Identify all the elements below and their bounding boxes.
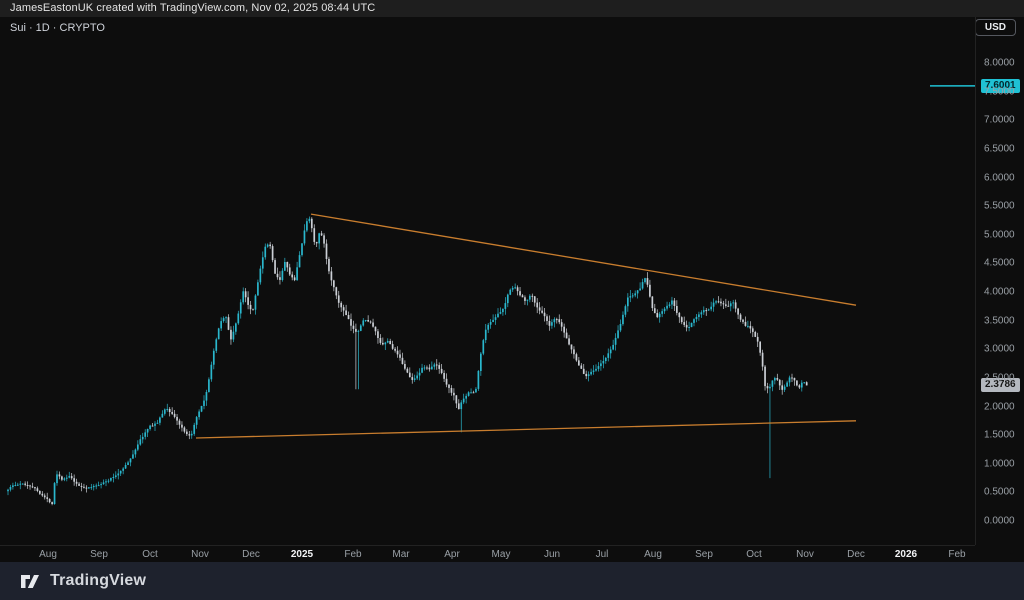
- time-axis[interactable]: Aug Sep Oct Nov Dec 2025 Feb Mar Apr May Jun Jul Aug…: [0, 545, 975, 562]
- time-tick: Apr: [444, 549, 460, 560]
- price-tick: 7.0000: [984, 115, 1015, 126]
- time-tick: Jul: [596, 549, 609, 560]
- tradingview-logo-icon: [18, 569, 42, 593]
- price-tick: 1.5000: [984, 430, 1015, 441]
- tradingview-logo-text: TradingView: [50, 572, 146, 590]
- price-tick: 7.5000: [984, 86, 1015, 97]
- price-tick: 8.0000: [984, 58, 1015, 69]
- time-tick: Sep: [695, 549, 713, 560]
- time-tick: Mar: [392, 549, 409, 560]
- price-tick: 5.0000: [984, 229, 1015, 240]
- time-tick: Jun: [544, 549, 560, 560]
- price-tick: 1.0000: [984, 458, 1015, 469]
- price-tick: 2.0000: [984, 401, 1015, 412]
- price-tick: 5.5000: [984, 201, 1015, 212]
- price-axis[interactable]: 7.6001 2.3786 8.00007.50007.00006.50006.…: [975, 17, 1024, 545]
- time-tick: Feb: [344, 549, 361, 560]
- price-tick: 3.0000: [984, 344, 1015, 355]
- price-tick: 6.5000: [984, 143, 1015, 154]
- price-tick: 2.5000: [984, 372, 1015, 383]
- time-tick: Dec: [847, 549, 865, 560]
- time-tick: Aug: [644, 549, 662, 560]
- price-tick: 6.0000: [984, 172, 1015, 183]
- time-tick: Nov: [796, 549, 814, 560]
- footer-bar: TradingView: [0, 562, 1024, 600]
- time-tick: Dec: [242, 549, 260, 560]
- time-tick: Aug: [39, 549, 57, 560]
- time-tick: May: [492, 549, 511, 560]
- chart-canvas[interactable]: [0, 0, 975, 545]
- price-tick: 0.0000: [984, 516, 1015, 527]
- time-tick: Sep: [90, 549, 108, 560]
- time-tick: Feb: [948, 549, 965, 560]
- time-tick: Oct: [142, 549, 158, 560]
- tradingview-logo[interactable]: TradingView: [18, 569, 146, 593]
- price-tick: 4.0000: [984, 287, 1015, 298]
- price-tick: 4.5000: [984, 258, 1015, 269]
- price-tick: 3.5000: [984, 315, 1015, 326]
- time-tick: 2025: [291, 549, 313, 560]
- time-tick: Nov: [191, 549, 209, 560]
- time-tick: Oct: [746, 549, 762, 560]
- price-tick: 0.5000: [984, 487, 1015, 498]
- time-tick: 2026: [895, 549, 917, 560]
- tradingview-chart-page: JamesEastonUK created with TradingView.c…: [0, 0, 1024, 600]
